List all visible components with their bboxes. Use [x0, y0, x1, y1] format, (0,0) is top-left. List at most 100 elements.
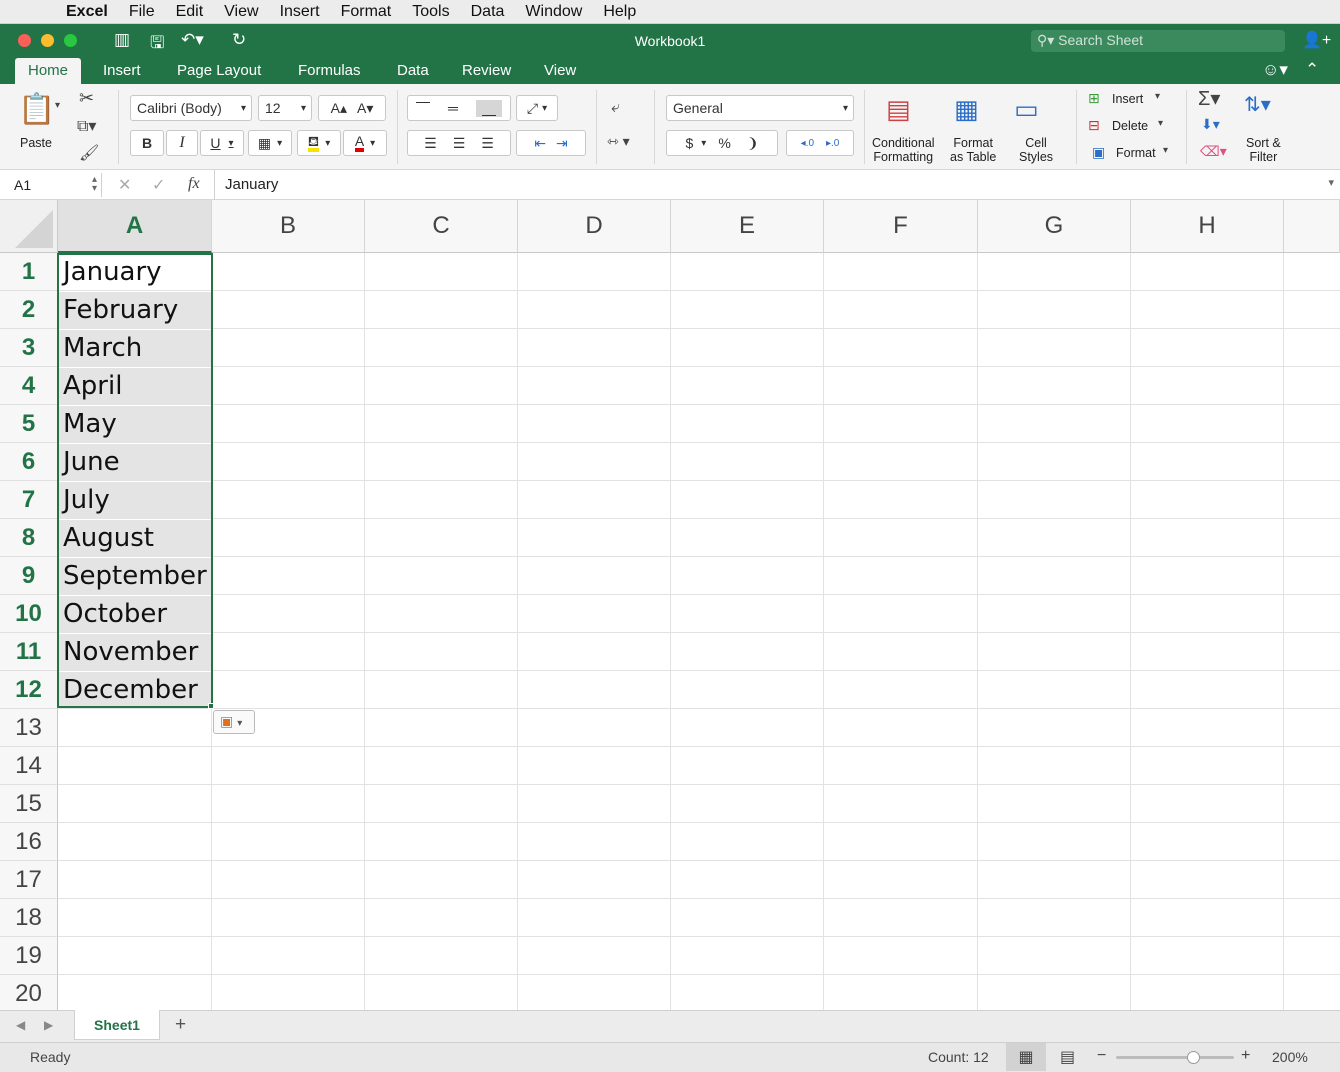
insert-cells-icon[interactable]: ⊞ [1088, 90, 1100, 107]
orientation-button[interactable]: ⤢ ▾ [516, 95, 558, 121]
column-header-a[interactable]: A [58, 200, 212, 253]
column-header-d[interactable]: D [518, 200, 671, 253]
format-cells-icon[interactable]: ▣ [1092, 144, 1105, 161]
menu-view[interactable]: View [224, 3, 258, 21]
sheet-tab-sheet1[interactable]: Sheet1 [74, 1010, 160, 1040]
align-top-icon[interactable]: ⎺ [416, 100, 430, 117]
menu-insert[interactable]: Insert [280, 3, 320, 21]
zoom-out-icon[interactable]: − [1097, 1047, 1106, 1065]
format-painter-icon[interactable]: 🖌 [79, 143, 99, 163]
row-header[interactable]: 10 [0, 595, 58, 633]
zoom-in-icon[interactable]: + [1241, 1047, 1250, 1065]
search-sheet-input[interactable]: ⚲▾ Search Sheet [1031, 30, 1285, 52]
chevron-down-icon[interactable]: ▾ [1155, 91, 1160, 102]
cell-a1[interactable]: January [59, 254, 211, 291]
row-header[interactable]: 4 [0, 367, 58, 405]
comma-style-button[interactable]: ❩ [747, 135, 759, 152]
row-header[interactable]: 3 [0, 329, 58, 367]
row-header[interactable]: 7 [0, 481, 58, 519]
add-sheet-icon[interactable]: + [175, 1014, 186, 1036]
merge-center-icon[interactable]: ⇿ ▾ [607, 133, 630, 150]
row-header[interactable]: 11 [0, 633, 58, 671]
row-header[interactable]: 2 [0, 291, 58, 329]
menu-tools[interactable]: Tools [412, 3, 449, 21]
row-header[interactable]: 17 [0, 861, 58, 899]
align-center-icon[interactable]: ☰ [453, 135, 466, 152]
italic-button[interactable]: I [166, 130, 198, 156]
share-icon[interactable]: 👤+ [1302, 30, 1331, 50]
copy-icon[interactable]: ⧉▾ [77, 116, 96, 136]
row-header[interactable]: 15 [0, 785, 58, 823]
cell-a6[interactable]: June [59, 444, 211, 481]
decrease-decimal-icon[interactable]: ▸.0 [826, 138, 839, 149]
row-header[interactable]: 19 [0, 937, 58, 975]
menu-window[interactable]: Window [525, 3, 582, 21]
align-middle-icon[interactable]: ═ [448, 100, 458, 116]
column-header-h[interactable]: H [1131, 200, 1284, 253]
column-header-g[interactable]: G [978, 200, 1131, 253]
column-header-c[interactable]: C [365, 200, 518, 253]
format-cells-label[interactable]: Format [1116, 146, 1156, 160]
row-header[interactable]: 12 [0, 671, 58, 709]
formula-input[interactable]: January [214, 170, 1314, 200]
menu-format[interactable]: Format [341, 3, 392, 21]
cell-a11[interactable]: November [59, 634, 211, 671]
name-box[interactable]: A1 ▴ ▾ [6, 173, 102, 197]
font-color-button[interactable]: A ▾ [343, 130, 387, 156]
cancel-entry-icon[interactable]: ✕ [118, 175, 131, 195]
align-left-icon[interactable]: ☰ [424, 135, 437, 152]
tab-home[interactable]: Home [15, 58, 82, 86]
cell-styles-icon[interactable]: ▭ [1014, 94, 1039, 125]
row-header[interactable]: 5 [0, 405, 58, 443]
column-header-b[interactable]: B [212, 200, 365, 253]
auto-fill-options-button[interactable]: ▣ ▾ [213, 710, 255, 734]
tab-data[interactable]: Data [397, 62, 429, 79]
cell-styles-label[interactable]: Cell Styles [1019, 136, 1053, 164]
tab-view[interactable]: View [544, 62, 576, 79]
zoom-slider-track[interactable] [1116, 1051, 1234, 1064]
next-sheet-icon[interactable]: ▶ [44, 1018, 53, 1032]
font-size-select[interactable]: 12 ▾ [258, 95, 312, 121]
name-box-stepper-icon[interactable]: ▴ ▾ [92, 175, 97, 194]
decrease-font-size-icon[interactable]: A▾ [357, 100, 373, 117]
menu-data[interactable]: Data [471, 3, 505, 21]
cell-a8[interactable]: August [59, 520, 211, 557]
menu-help[interactable]: Help [603, 3, 636, 21]
row-header[interactable]: 16 [0, 823, 58, 861]
insert-cells-label[interactable]: Insert [1112, 92, 1143, 106]
row-header[interactable]: 18 [0, 899, 58, 937]
wrap-text-icon[interactable]: ⤶ [611, 99, 620, 117]
bold-button[interactable]: B [130, 130, 164, 156]
cell-a2[interactable]: February [59, 292, 211, 329]
page-layout-view-icon[interactable]: ▤ [1060, 1047, 1075, 1067]
insert-function-icon[interactable]: fx [188, 175, 200, 193]
collapse-ribbon-icon[interactable]: ⌃ [1305, 60, 1319, 80]
conditional-formatting-label[interactable]: Conditional Formatting [872, 136, 935, 164]
fill-color-button[interactable]: ⛾ ▾ [297, 130, 341, 156]
tab-insert[interactable]: Insert [103, 62, 141, 79]
row-header[interactable]: 1 [0, 253, 58, 291]
column-header-i-partial[interactable] [1284, 200, 1340, 253]
tab-review[interactable]: Review [462, 62, 511, 79]
cell-a10[interactable]: October [59, 596, 211, 633]
percent-button[interactable]: % [718, 135, 730, 151]
menu-edit[interactable]: Edit [176, 3, 204, 21]
borders-button[interactable]: ▦ ▾ [248, 130, 292, 156]
previous-sheet-icon[interactable]: ◀ [16, 1018, 25, 1032]
row-header[interactable]: 6 [0, 443, 58, 481]
number-format-select[interactable]: General ▾ [666, 95, 854, 121]
row-header[interactable]: 14 [0, 747, 58, 785]
increase-font-size-icon[interactable]: A▴ [331, 100, 347, 117]
conditional-formatting-icon[interactable]: ▤ [886, 94, 911, 125]
expand-formula-bar-icon[interactable]: ▾ [1328, 176, 1334, 189]
zoom-slider-thumb[interactable] [1186, 1051, 1200, 1064]
paste-icon[interactable]: 📋 [18, 92, 55, 127]
align-bottom-icon[interactable]: ⎽ [475, 99, 502, 117]
normal-view-icon[interactable]: ▦ [1006, 1043, 1046, 1071]
sort-filter-icon[interactable]: ⇅▾ [1244, 92, 1271, 117]
cell-a4[interactable]: April [59, 368, 211, 405]
fill-icon[interactable]: ⬇▾ [1201, 116, 1220, 133]
cell-a12[interactable]: December [59, 672, 211, 709]
underline-button[interactable]: U ▾ [200, 130, 244, 156]
increase-decimal-icon[interactable]: ◂.0 [801, 138, 814, 149]
